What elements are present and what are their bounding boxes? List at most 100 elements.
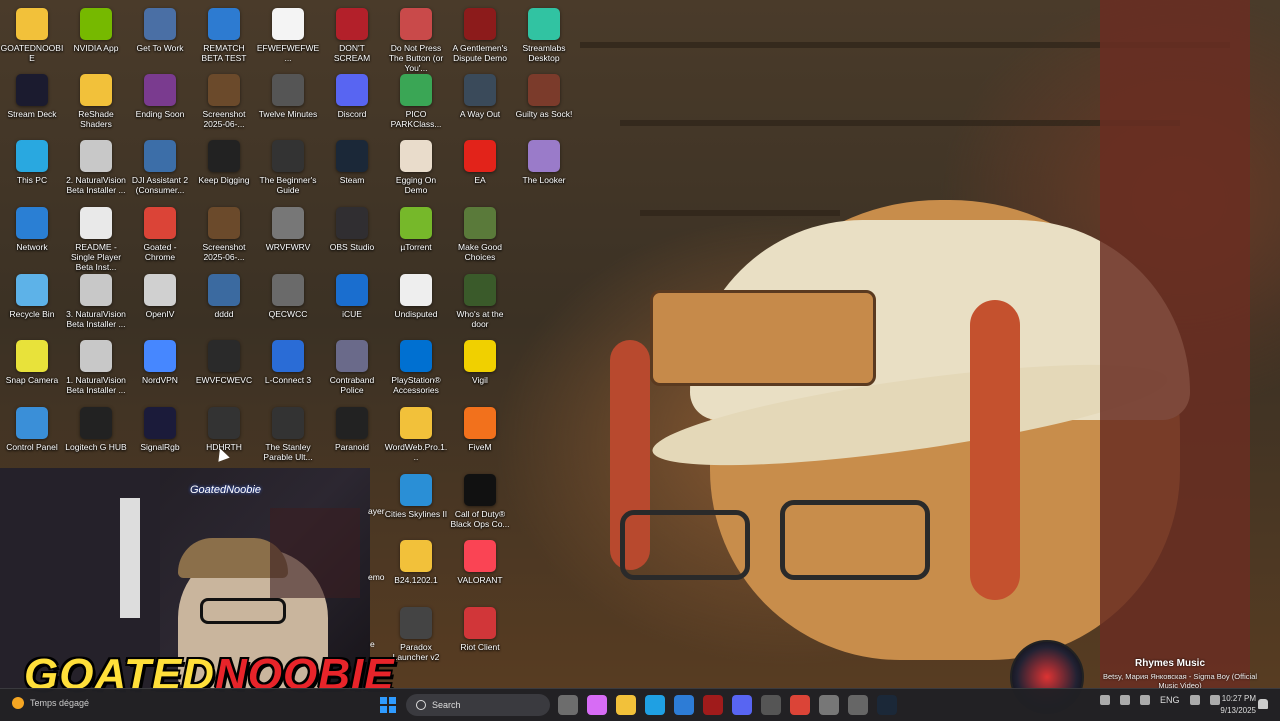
desktop-icon[interactable]: iCUE: [320, 274, 384, 319]
desktop-icon[interactable]: OpenIV: [128, 274, 192, 319]
start-button[interactable]: [380, 697, 396, 713]
installer-icon: [80, 140, 112, 172]
game-icon: [400, 74, 432, 106]
desktop-icon[interactable]: A Gentlemen's Dispute Demo: [448, 8, 512, 63]
desktop-icon[interactable]: Guilty as Sock!: [512, 74, 576, 119]
game-icon: [528, 140, 560, 172]
desktop-icon[interactable]: B24.1202.1: [384, 540, 448, 585]
desktop-icon[interactable]: Screenshot 2025-06-...: [192, 74, 256, 129]
desktop-icon[interactable]: QECWCC: [256, 274, 320, 319]
desktop-icon[interactable]: Call of Duty® Black Ops Co...: [448, 474, 512, 529]
desktop-icon[interactable]: This PC: [0, 140, 64, 185]
desktop-icon[interactable]: Contraband Police: [320, 340, 384, 395]
desktop-icon[interactable]: Snap Camera: [0, 340, 64, 385]
desktop-icon[interactable]: dddd: [192, 274, 256, 319]
taskbar-search[interactable]: Search: [406, 694, 550, 716]
language-indicator[interactable]: ENG: [1160, 695, 1180, 705]
desktop-icon[interactable]: Paranoid: [320, 407, 384, 452]
desktop-icon[interactable]: PlayStation® Accessories: [384, 340, 448, 395]
app-red-icon[interactable]: [703, 695, 723, 715]
desktop-icon[interactable]: Streamlabs Desktop: [512, 8, 576, 63]
desktop-icon-label: WordWeb.Pro.1...: [384, 442, 448, 462]
desktop-icon[interactable]: Goated - Chrome: [128, 207, 192, 262]
desktop-icon[interactable]: Steam: [320, 140, 384, 185]
desktop-icon-label: Vigil: [472, 375, 488, 385]
fivem-icon: [464, 407, 496, 439]
desktop-icon-label: Riot Client: [460, 642, 500, 652]
settings-icon[interactable]: [819, 695, 839, 715]
desktop-icon[interactable]: EA: [448, 140, 512, 185]
desktop-icon[interactable]: The Beginner's Guide: [256, 140, 320, 195]
taskbar-clock[interactable]: 10:27 PM 9/13/2025: [1206, 693, 1256, 717]
desktop-icon[interactable]: DJI Assistant 2 (Consumer...: [128, 140, 192, 195]
desktop-icon[interactable]: Discord: [320, 74, 384, 119]
desktop-icon-label: Network: [16, 242, 48, 252]
steam-taskbar-icon[interactable]: [877, 695, 897, 715]
desktop-icon[interactable]: PICO PARKClass...: [384, 74, 448, 129]
desktop-icon[interactable]: EWVFCWEVC: [192, 340, 256, 385]
weather-widget[interactable]: Temps dégagé: [12, 697, 89, 709]
desktop-icon[interactable]: Recycle Bin: [0, 274, 64, 319]
app-slate-icon[interactable]: [848, 695, 868, 715]
shortcut-icon: [272, 207, 304, 239]
desktop-icon[interactable]: WRVFWRV: [256, 207, 320, 252]
desktop-icon[interactable]: NVIDIA App: [64, 8, 128, 53]
desktop-icon[interactable]: Do Not Press The Button (or You'...: [384, 8, 448, 73]
desktop-icon[interactable]: OBS Studio: [320, 207, 384, 252]
app-tray-icon[interactable]: [1140, 695, 1150, 705]
desktop-icon[interactable]: ReShade Shaders: [64, 74, 128, 129]
desktop-icon[interactable]: DON'T SCREAM: [320, 8, 384, 63]
desktop-icon[interactable]: Riot Client: [448, 607, 512, 652]
desktop-icon[interactable]: L-Connect 3: [256, 340, 320, 385]
desktop-icon[interactable]: Vigil: [448, 340, 512, 385]
chrome-taskbar-icon[interactable]: [790, 695, 810, 715]
desktop-icon[interactable]: Logitech G HUB: [64, 407, 128, 452]
microphone-icon[interactable]: [1120, 695, 1130, 705]
desktop-icon[interactable]: A Way Out: [448, 74, 512, 119]
desktop-icon-label: Recycle Bin: [9, 309, 55, 319]
discord-taskbar-icon[interactable]: [732, 695, 752, 715]
desktop-icon[interactable]: Who's at the door: [448, 274, 512, 329]
task-view-icon[interactable]: [558, 695, 578, 715]
wifi-icon[interactable]: [1189, 695, 1200, 705]
desktop-icon[interactable]: FiveM: [448, 407, 512, 452]
desktop-icon[interactable]: Twelve Minutes: [256, 74, 320, 119]
desktop-icon[interactable]: 3. NaturalVision Beta Installer ...: [64, 274, 128, 329]
desktop-icon[interactable]: Make Good Choices: [448, 207, 512, 262]
game-icon: [400, 274, 432, 306]
now-playing-widget: Rhymes Music Betsy, Мария Янковская - Si…: [1010, 640, 1260, 714]
edge-icon[interactable]: [645, 695, 665, 715]
notification-bell-icon[interactable]: [1258, 699, 1268, 709]
desktop-icon[interactable]: NordVPN: [128, 340, 192, 385]
desktop-icon[interactable]: README - Single Player Beta Inst...: [64, 207, 128, 272]
desktop-icon[interactable]: REMATCH BETA TEST: [192, 8, 256, 63]
desktop-icon[interactable]: HDHRTH: [192, 407, 256, 452]
file-explorer-icon[interactable]: [616, 695, 636, 715]
desktop-icon[interactable]: Ending Soon: [128, 74, 192, 119]
desktop-icon[interactable]: Get To Work: [128, 8, 192, 53]
desktop-icon[interactable]: 2. NaturalVision Beta Installer ...: [64, 140, 128, 195]
desktop-icon[interactable]: Network: [0, 207, 64, 252]
desktop-icon[interactable]: Cities Skylines II: [384, 474, 448, 519]
desktop-icon[interactable]: µTorrent: [384, 207, 448, 252]
desktop-icon[interactable]: Egging On Demo: [384, 140, 448, 195]
chevron-up-icon[interactable]: [1100, 695, 1110, 705]
desktop-icon[interactable]: GOATEDNOOBIE: [0, 8, 64, 63]
desktop-icon[interactable]: The Looker: [512, 140, 576, 185]
desktop-icon-label: Keep Digging: [198, 175, 250, 185]
desktop-icon[interactable]: The Stanley Parable Ult...: [256, 407, 320, 462]
desktop-icon[interactable]: 1. NaturalVision Beta Installer ...: [64, 340, 128, 395]
desktop-icon[interactable]: EFWEFWEFWE...: [256, 8, 320, 63]
desktop-icon[interactable]: Control Panel: [0, 407, 64, 452]
desktop-icon[interactable]: Screenshot 2025-06-...: [192, 207, 256, 262]
desktop-icon[interactable]: Keep Digging: [192, 140, 256, 185]
desktop-icon[interactable]: Stream Deck: [0, 74, 64, 119]
desktop-icon[interactable]: VALORANT: [448, 540, 512, 585]
desktop-icon[interactable]: WordWeb.Pro.1...: [384, 407, 448, 462]
desktop-icon-label: OpenIV: [145, 309, 175, 319]
store-icon[interactable]: [674, 695, 694, 715]
copilot-icon[interactable]: [587, 695, 607, 715]
app-dark-icon[interactable]: [761, 695, 781, 715]
desktop-icon[interactable]: SignalRgb: [128, 407, 192, 452]
desktop-icon[interactable]: Undisputed: [384, 274, 448, 319]
